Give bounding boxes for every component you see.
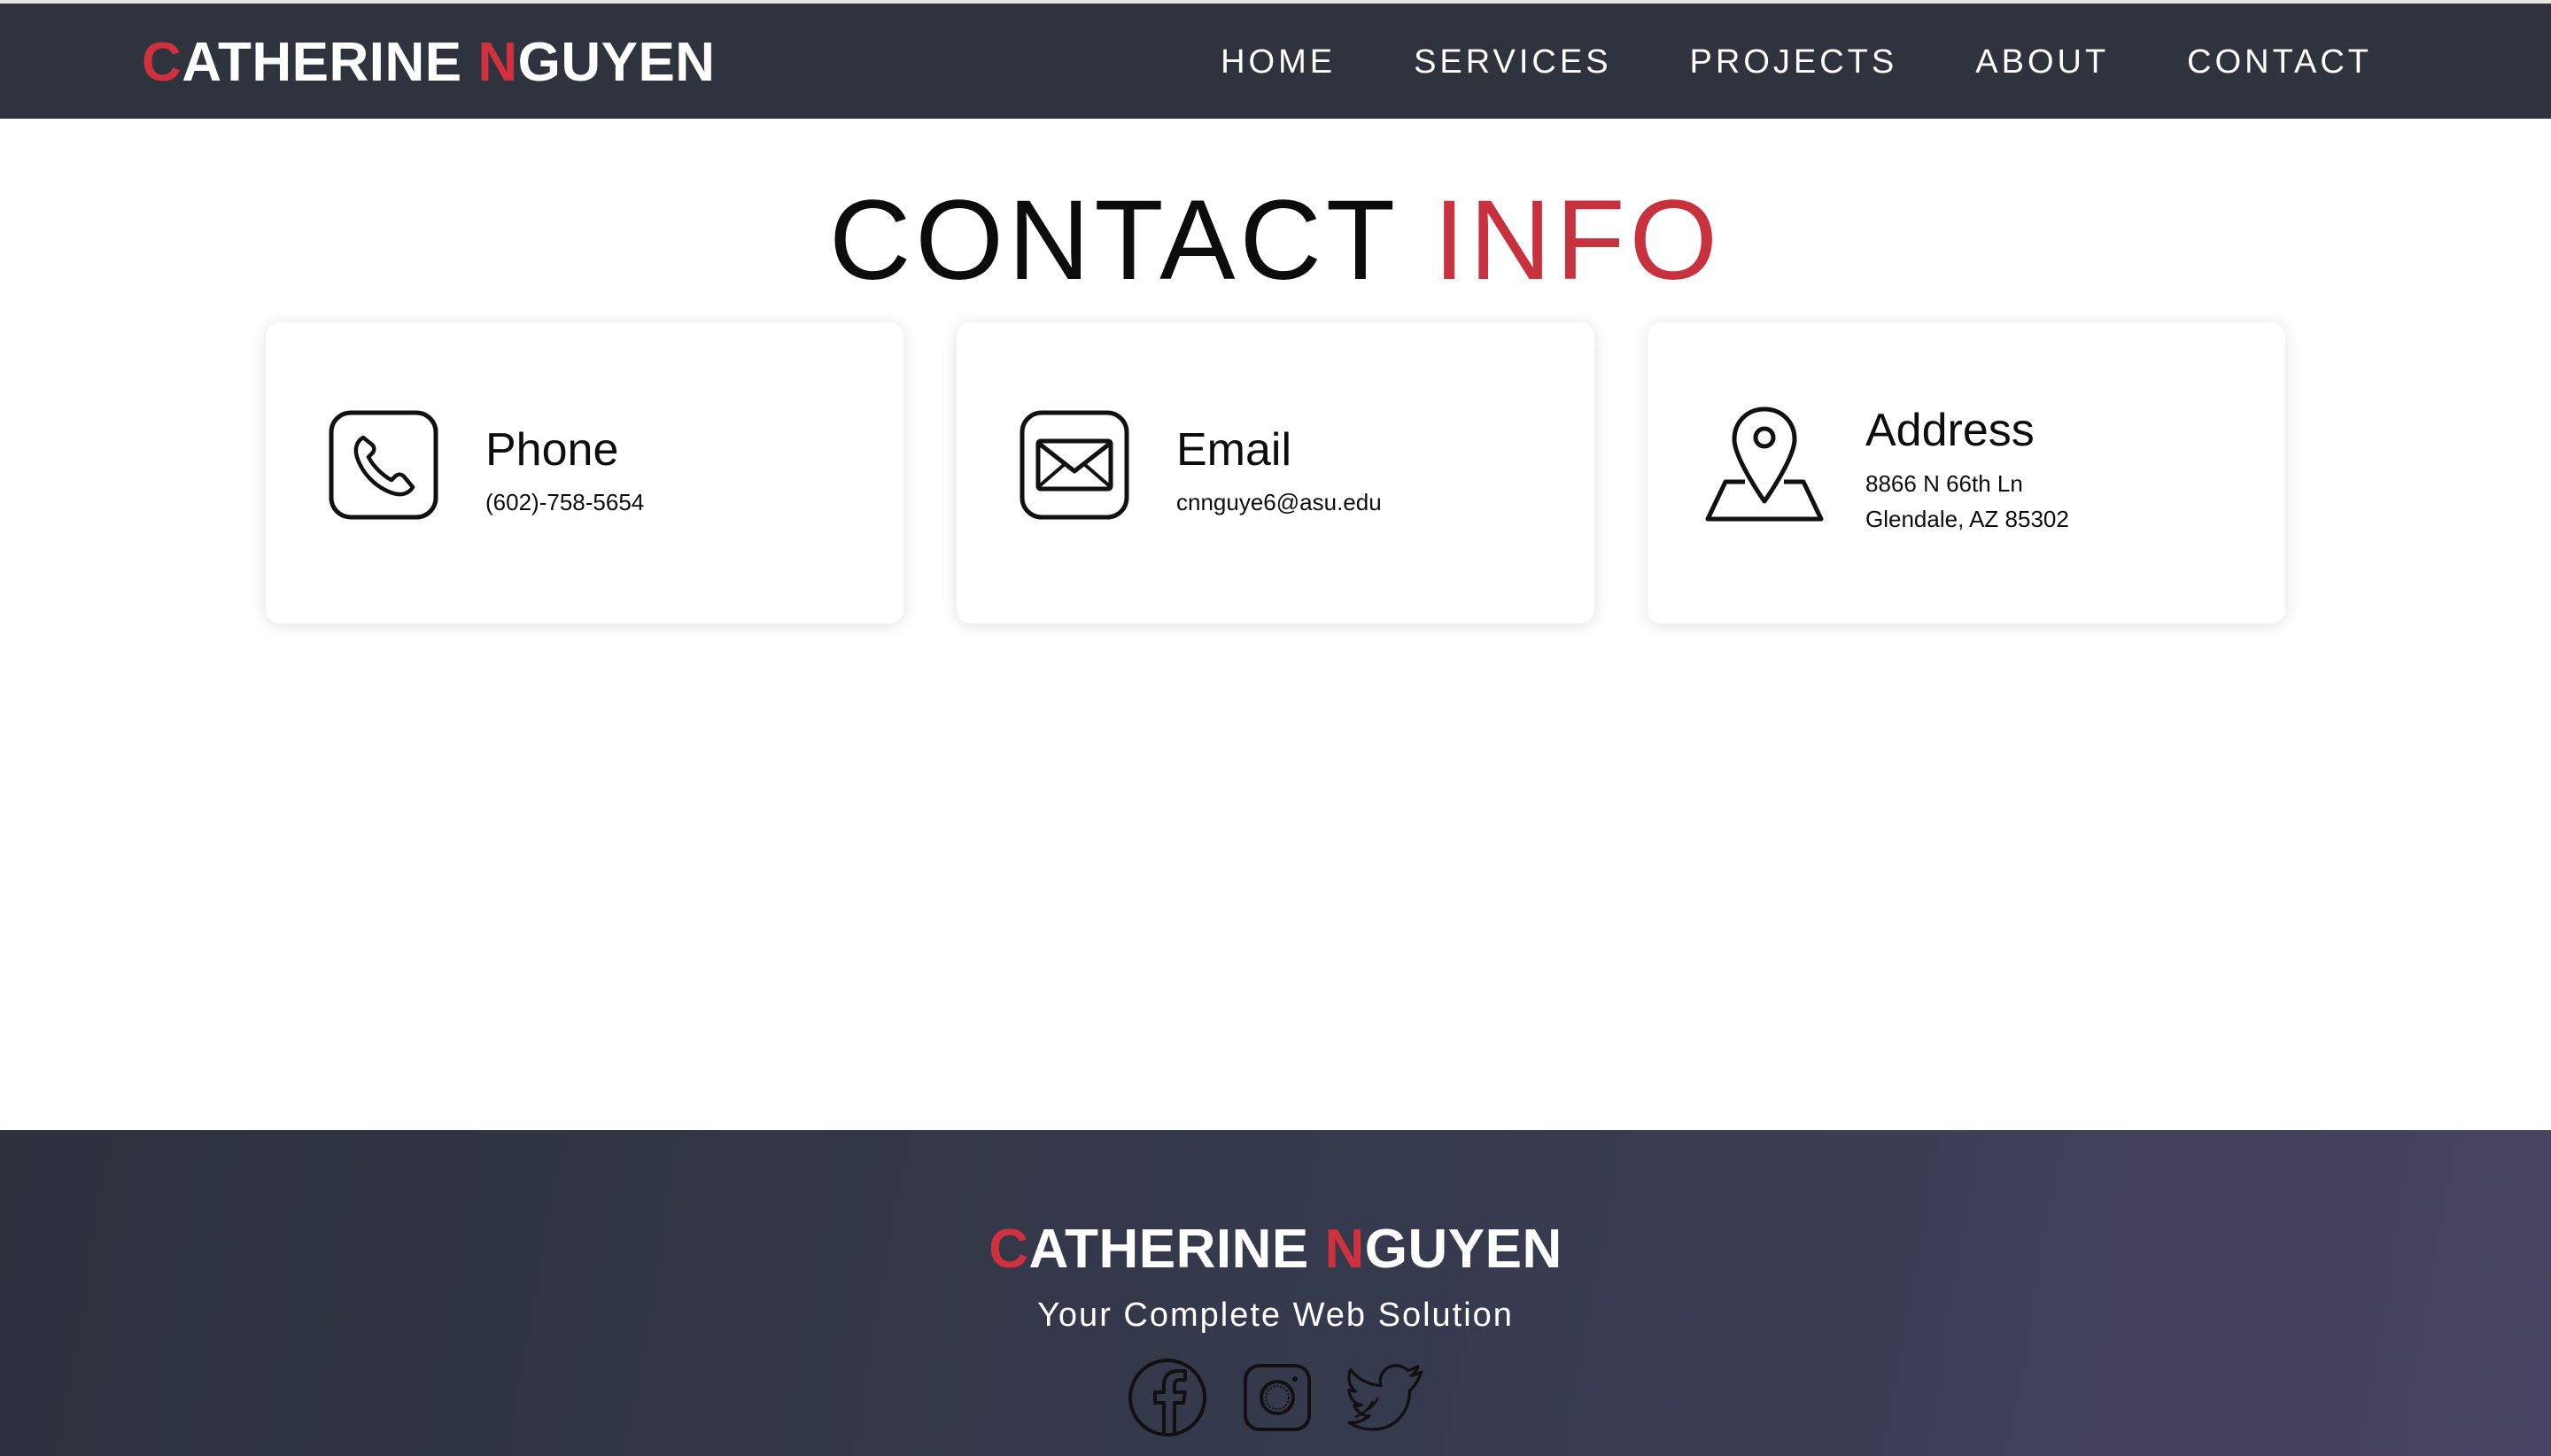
nav-contact[interactable]: CONTACT	[2187, 43, 2372, 81]
address-street[interactable]: 8866 N 66th Ln	[1865, 466, 2023, 501]
address-card: Address 8866 N 66th Ln Glendale, AZ 8530…	[1648, 322, 2285, 623]
phone-title: Phone	[485, 424, 619, 476]
phone-card: Phone (602)-758-5654	[266, 322, 903, 623]
nav-services[interactable]: SERVICES	[1414, 43, 1611, 81]
nav-about[interactable]: ABOUT	[1975, 43, 2109, 81]
envelope-icon	[1019, 409, 1130, 521]
footer-logo-first-name-rest: ATHERINE	[1028, 1219, 1325, 1280]
logo-last-name-rest: GUYEN	[517, 32, 716, 93]
footer: CATHERINE NGUYEN Your Complete Web Solut…	[0, 1130, 2551, 1456]
address-title: Address	[1865, 405, 2035, 456]
email-card: Email cnnguye6@asu.edu	[957, 322, 1594, 623]
footer-logo-initial-last: N	[1324, 1219, 1365, 1280]
social-links	[1127, 1357, 1428, 1438]
footer-tagline: Your Complete Web Solution	[1037, 1297, 1514, 1334]
main-nav: HOME SERVICES PROJECTS ABOUT CONTACT	[1221, 43, 2372, 81]
phone-number[interactable]: (602)-758-5654	[485, 484, 644, 520]
nav-home[interactable]: HOME	[1221, 43, 1336, 81]
instagram-icon[interactable]	[1242, 1362, 1313, 1433]
email-title: Email	[1176, 424, 1292, 476]
phone-icon	[328, 409, 439, 521]
logo-initial-last: N	[477, 32, 518, 93]
page-title-part-2: INFO	[1433, 177, 1723, 304]
nav-projects[interactable]: PROJECTS	[1690, 43, 1898, 81]
map-pin-icon	[1702, 404, 1826, 524]
logo-initial-first: C	[142, 32, 182, 93]
twitter-icon[interactable]	[1346, 1362, 1428, 1433]
footer-logo[interactable]: CATHERINE NGUYEN	[0, 1219, 2551, 1281]
address-city[interactable]: Glendale, AZ 85302	[1865, 501, 2069, 537]
page-title: CONTACT INFO	[0, 179, 2551, 303]
site-logo[interactable]: CATHERINE NGUYEN	[142, 34, 716, 92]
facebook-icon[interactable]	[1127, 1357, 1208, 1438]
page-title-part-1: CONTACT	[828, 177, 1434, 304]
logo-first-name-rest: ATHERINE	[182, 32, 478, 93]
footer-logo-last-name-rest: GUYEN	[1364, 1219, 1562, 1280]
email-address[interactable]: cnnguye6@asu.edu	[1176, 484, 1382, 520]
navbar: CATHERINE NGUYEN HOME SERVICES PROJECTS …	[0, 4, 2551, 119]
footer-logo-initial-first: C	[989, 1219, 1029, 1280]
